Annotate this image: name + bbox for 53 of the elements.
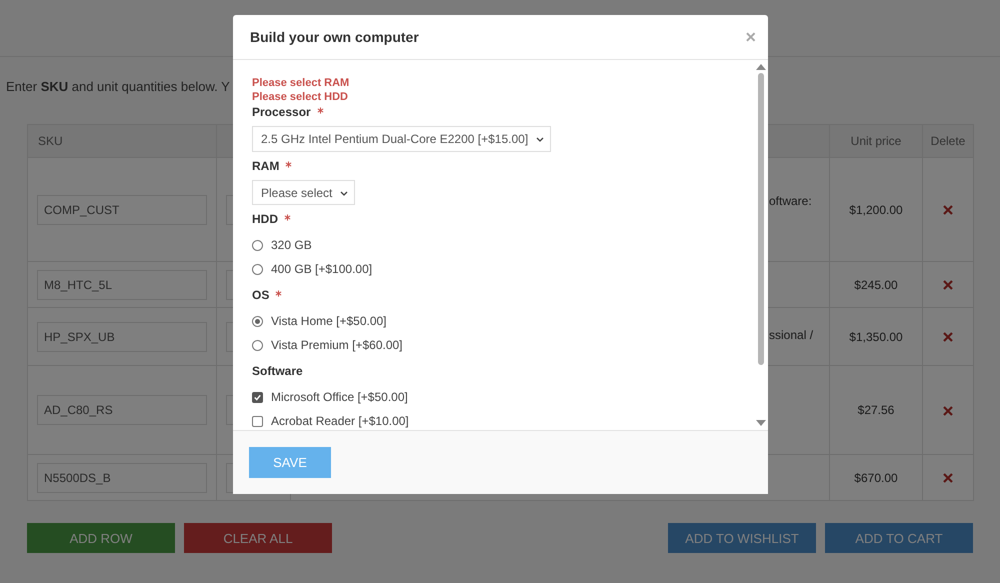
action-button[interactable]: ADD TO CART	[825, 523, 973, 553]
delete-icon[interactable]	[943, 205, 953, 216]
delete-icon[interactable]	[943, 332, 953, 342]
scroll-down-icon[interactable]	[756, 420, 766, 426]
instructions-text: Enter SKU and unit quantities below. Y	[6, 79, 231, 94]
table-cell: ssional /	[769, 328, 814, 342]
sku-field[interactable]: N5500DS_B	[37, 462, 207, 492]
delete-icon[interactable]	[943, 473, 953, 484]
action-button[interactable]: ADD TO WISHLIST	[668, 523, 816, 553]
field-label: HDD	[252, 212, 278, 226]
scroll-up-icon[interactable]	[756, 64, 766, 70]
chevron-icon	[340, 191, 348, 196]
save-button[interactable]: SAVE	[249, 447, 331, 478]
field-label: Processor	[252, 105, 311, 119]
table-cell: $245.00	[854, 278, 898, 292]
table-cell: $1,200.00	[849, 202, 903, 216]
chevron-icon	[536, 137, 544, 142]
error-message: Please select RAM	[252, 76, 350, 90]
option-label: Acrobat Reader [+$10.00]	[271, 414, 409, 428]
radio-button[interactable]	[252, 316, 263, 326]
action-button[interactable]: ADD ROW	[27, 523, 175, 553]
column-header: SKU	[38, 134, 63, 148]
action-button[interactable]: CLEAR ALL	[184, 523, 332, 553]
table-cell: $670.00	[854, 470, 898, 484]
column-header: Unit price	[850, 134, 902, 148]
checkbox[interactable]	[252, 392, 263, 402]
table-cell: $27.56	[858, 403, 894, 417]
field-label: Software	[252, 364, 303, 378]
checkbox[interactable]	[252, 416, 263, 426]
sku-field[interactable]: M8_HTC_5L	[37, 270, 207, 300]
column-header: Delete	[930, 134, 966, 148]
option-label: Vista Premium [+$60.00]	[271, 338, 403, 352]
radio-button[interactable]	[252, 340, 263, 350]
table-cell: oftware:	[769, 194, 812, 208]
delete-icon[interactable]	[943, 406, 953, 416]
option-label: Vista Home [+$50.00]	[271, 314, 387, 328]
sku-field[interactable]: AD_C80_RS	[37, 395, 207, 425]
option-label: Microsoft Office [+$50.00]	[271, 390, 408, 404]
sku-field[interactable]: HP_SPX_UB	[37, 322, 207, 352]
error-message: Please select HDD	[252, 90, 349, 104]
radio-button[interactable]	[252, 240, 263, 250]
dialog-title: Build your own computer	[250, 29, 419, 45]
field-label: RAM	[252, 159, 280, 173]
option-label: 400 GB [+$100.00]	[271, 262, 372, 276]
option-label: 320 GB	[271, 238, 312, 252]
close-button[interactable]: ×	[743, 26, 758, 48]
field-label: OS	[252, 288, 270, 302]
dropdown[interactable]: 2.5 GHz Intel Pentium Dual-Core E2200 [+$15.00]	[252, 126, 552, 152]
radio-button[interactable]	[252, 264, 263, 274]
delete-icon[interactable]	[943, 280, 953, 290]
sku-field[interactable]: COMP_CUST	[37, 194, 207, 224]
table-cell: $1,350.00	[849, 330, 903, 344]
dropdown[interactable]: Please select	[252, 180, 356, 205]
